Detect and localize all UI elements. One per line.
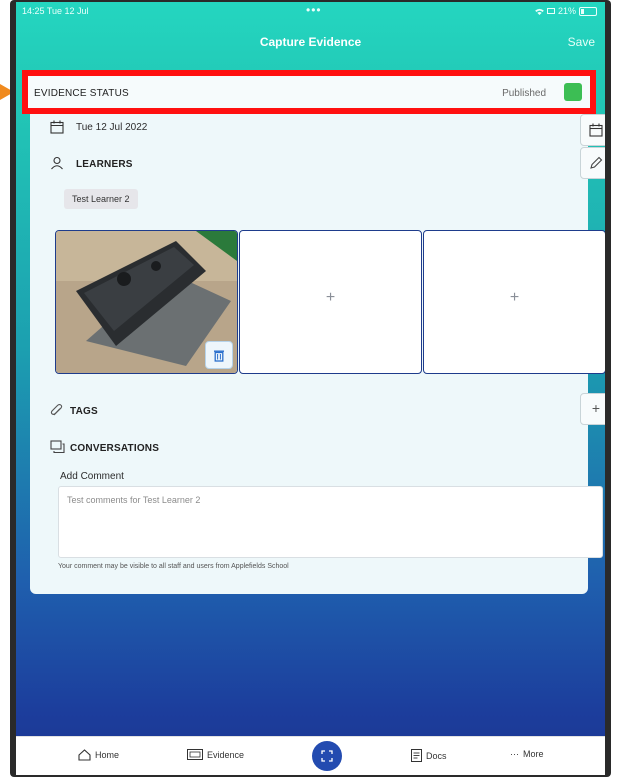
status-color-indicator[interactable] bbox=[564, 83, 582, 101]
comment-text: Test comments for Test Learner 2 bbox=[67, 495, 201, 505]
multitask-dots: ••• bbox=[306, 3, 322, 17]
tab-evidence[interactable]: Evidence bbox=[187, 749, 244, 760]
learners-heading: LEARNERS bbox=[76, 159, 133, 170]
calendar-icon bbox=[589, 123, 603, 137]
date-value: Tue 12 Jul 2022 bbox=[76, 122, 148, 133]
edit-learners-button[interactable] bbox=[580, 147, 605, 179]
chat-icon bbox=[50, 440, 65, 454]
pencil-icon bbox=[590, 156, 603, 169]
evidence-status-label: EVIDENCE STATUS bbox=[34, 88, 129, 99]
tab-home[interactable]: Home bbox=[78, 749, 119, 761]
battery-indicator: 21% bbox=[535, 6, 597, 16]
tags-heading: TAGS bbox=[70, 406, 98, 417]
trash-icon bbox=[214, 350, 224, 362]
bottom-tab-bar: Home Evidence Docs ··· More bbox=[16, 736, 605, 775]
learners-header: LEARNERS bbox=[30, 156, 588, 176]
visibility-note: Your comment may be visible to all staff… bbox=[58, 563, 289, 570]
home-icon bbox=[78, 749, 91, 761]
more-dots-icon: ··· bbox=[510, 749, 519, 759]
evidence-status-row[interactable]: EVIDENCE STATUS Published bbox=[22, 70, 596, 114]
app-screen: 14:25 Tue 12 Jul ••• 21% Capture Evidenc… bbox=[16, 2, 605, 775]
calendar-icon bbox=[50, 120, 64, 134]
photo-tile[interactable] bbox=[55, 230, 238, 374]
date-row: Tue 12 Jul 2022 bbox=[30, 120, 588, 140]
tablet-device: 14:25 Tue 12 Jul ••• 21% Capture Evidenc… bbox=[10, 0, 611, 777]
save-button[interactable]: Save bbox=[568, 35, 595, 49]
add-comment-label: Add Comment bbox=[60, 471, 124, 482]
battery-percentage: 21% bbox=[557, 6, 576, 16]
capture-button[interactable] bbox=[312, 741, 342, 771]
learner-chip[interactable]: Test Learner 2 bbox=[64, 189, 138, 209]
tab-docs-label: Docs bbox=[426, 750, 447, 761]
paperclip-icon bbox=[50, 403, 63, 416]
conversations-header: CONVERSATIONS bbox=[30, 440, 588, 460]
person-icon bbox=[51, 156, 63, 170]
tab-more[interactable]: ··· More bbox=[510, 749, 544, 759]
scan-icon bbox=[321, 750, 333, 762]
delete-photo-button[interactable] bbox=[205, 341, 233, 369]
plus-icon: + bbox=[509, 289, 520, 306]
tab-docs[interactable]: Docs bbox=[411, 749, 447, 762]
battery-icon bbox=[579, 6, 597, 16]
evidence-status-value: Published bbox=[502, 88, 546, 99]
evidence-form-card: EVIDENCE STATUS Published Tue 12 Jul 202… bbox=[22, 70, 605, 594]
wifi-icon bbox=[535, 8, 544, 15]
add-tag-button[interactable]: + bbox=[580, 393, 605, 425]
plus-icon: + bbox=[591, 400, 601, 416]
navigation-bar: Capture Evidence Save bbox=[16, 30, 605, 56]
page-title: Capture Evidence bbox=[259, 35, 362, 49]
tab-more-label: More bbox=[523, 749, 544, 759]
conversations-heading: CONVERSATIONS bbox=[70, 443, 160, 454]
add-media-tile-1[interactable]: + bbox=[239, 230, 422, 374]
plus-icon: + bbox=[325, 289, 336, 306]
comment-textarea[interactable]: Test comments for Test Learner 2 bbox=[58, 486, 603, 558]
evidence-icon bbox=[187, 749, 203, 760]
tags-header: TAGS bbox=[30, 403, 588, 423]
document-icon bbox=[411, 749, 422, 762]
status-time: 14:25 Tue 12 Jul bbox=[22, 6, 89, 16]
date-picker-button[interactable] bbox=[580, 114, 605, 146]
add-media-tile-2[interactable]: + bbox=[423, 230, 605, 374]
tab-home-label: Home bbox=[95, 750, 120, 760]
screen-icon bbox=[546, 7, 555, 14]
status-bar: 14:25 Tue 12 Jul ••• 21% bbox=[16, 2, 605, 22]
tab-evidence-label: Evidence bbox=[207, 749, 245, 760]
